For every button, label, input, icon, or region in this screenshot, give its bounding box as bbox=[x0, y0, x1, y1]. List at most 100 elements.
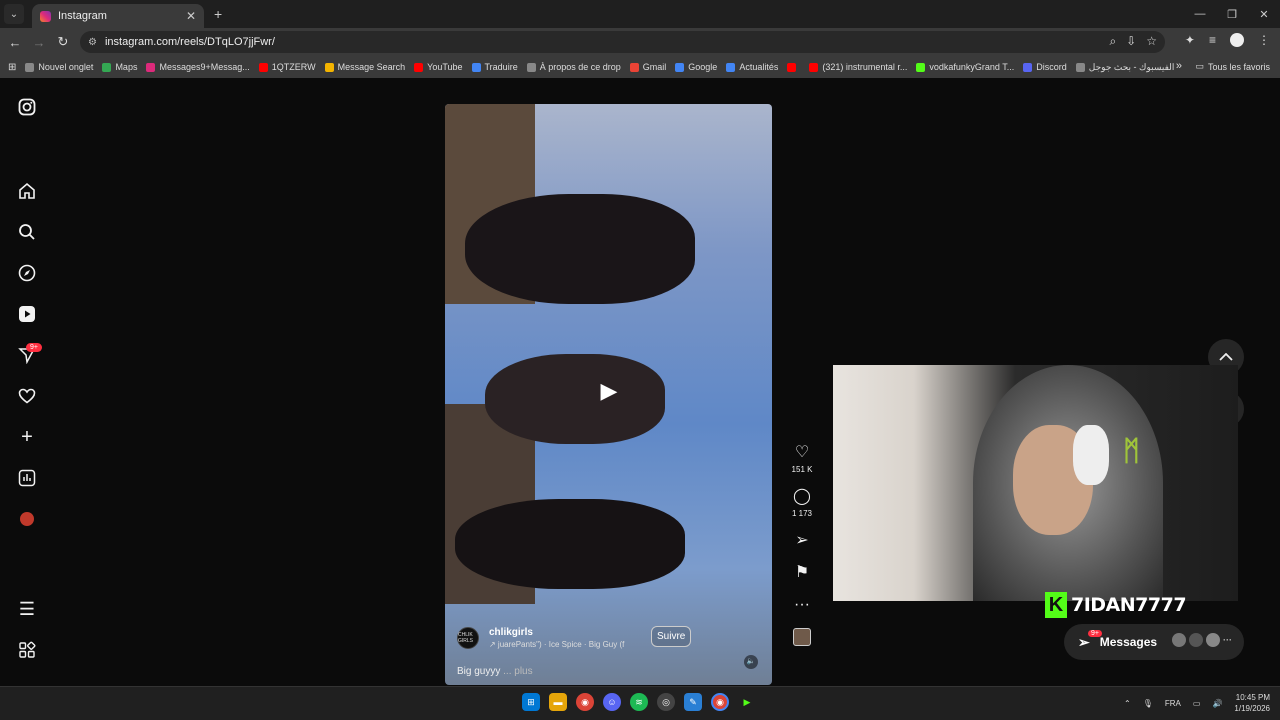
bookmark-star-icon[interactable]: ☆ bbox=[1146, 34, 1157, 49]
dashboard-icon[interactable] bbox=[16, 467, 38, 489]
minimize-button[interactable]: — bbox=[1184, 0, 1216, 28]
explore-icon[interactable] bbox=[16, 262, 38, 284]
language-indicator[interactable]: FRA bbox=[1165, 699, 1181, 708]
home-icon[interactable] bbox=[16, 180, 38, 202]
media-control-icon[interactable]: ≡ bbox=[1209, 33, 1216, 47]
bookmark-item[interactable]: Discord bbox=[1023, 62, 1067, 72]
bookmark-item[interactable]: Message Search bbox=[324, 62, 405, 72]
reels-icon[interactable] bbox=[16, 303, 38, 325]
bookmark-item[interactable]: Traduire bbox=[471, 62, 518, 72]
instagram-favicon-icon bbox=[40, 10, 51, 22]
chrome-icon[interactable]: ◉ bbox=[576, 693, 594, 711]
instagram-logo-icon[interactable] bbox=[16, 96, 38, 118]
profile-avatar[interactable] bbox=[1230, 33, 1244, 47]
menu-kebab-icon[interactable]: ⋮ bbox=[1258, 33, 1270, 47]
avatar bbox=[1172, 633, 1186, 647]
like-action[interactable]: ♡ 151 K bbox=[790, 444, 814, 474]
extensions-icon[interactable]: ✦ bbox=[1185, 33, 1195, 47]
also-from-meta-icon[interactable] bbox=[16, 639, 38, 661]
restore-button[interactable]: ❐ bbox=[1216, 0, 1248, 28]
chrome-active-icon[interactable]: ◉ bbox=[711, 693, 729, 711]
install-app-icon[interactable]: ⇩ bbox=[1126, 34, 1136, 49]
profile-avatar-icon[interactable] bbox=[16, 508, 38, 530]
bookmarks-overflow-icon[interactable]: » bbox=[1176, 60, 1182, 72]
messages-badge: 9+ bbox=[26, 343, 42, 352]
save-action[interactable]: ⚑ bbox=[790, 564, 814, 582]
bookmark-label: Discord bbox=[1036, 62, 1067, 72]
apps-grid-icon[interactable]: ⊞ bbox=[8, 62, 16, 73]
follow-button[interactable]: Suivre bbox=[651, 626, 692, 647]
tab-close-icon[interactable]: ✕ bbox=[186, 9, 196, 23]
bookmark-item[interactable]: À propos de ce drop bbox=[526, 62, 621, 72]
messages-pill[interactable]: ➢ 9+ Messages ··· bbox=[1064, 624, 1244, 660]
obs-icon[interactable]: ◎ bbox=[657, 693, 675, 711]
more-options[interactable]: ··· bbox=[790, 596, 814, 614]
reload-button[interactable]: ↻ bbox=[51, 34, 75, 50]
bookmark-item[interactable]: YouTube bbox=[414, 62, 463, 72]
more-dots-icon[interactable]: ··· bbox=[790, 596, 814, 614]
share-paper-plane-icon[interactable]: ➢ bbox=[790, 532, 814, 550]
bookmark-item[interactable] bbox=[787, 62, 800, 72]
bookmark-favicon-icon bbox=[675, 62, 685, 72]
create-plus-icon[interactable]: + bbox=[16, 426, 38, 448]
tab-search-button[interactable]: ⌄ bbox=[4, 4, 24, 24]
bookmark-item[interactable]: 1QTZERW bbox=[258, 62, 316, 72]
bookmark-item[interactable]: Gmail bbox=[629, 62, 666, 72]
zoom-icon[interactable]: ⌕ bbox=[1109, 34, 1116, 49]
reel-video[interactable]: ▶ CHLIK GIRLS chlikgirls ↗ juarePants") … bbox=[445, 104, 772, 685]
toolbar: ← → ↻ ⚙ instagram.com/reels/DTqLO7jjFwr/… bbox=[0, 28, 1280, 56]
bookmark-item[interactable]: Actualités bbox=[726, 62, 778, 72]
app-icon[interactable]: ✎ bbox=[684, 693, 702, 711]
discord-icon[interactable]: ☺ bbox=[603, 693, 621, 711]
url-text: instagram.com/reels/DTqLO7jjFwr/ bbox=[104, 36, 275, 48]
comment-action[interactable]: ◯ 1 173 bbox=[790, 488, 814, 518]
bookmark-item[interactable]: Maps bbox=[102, 62, 137, 72]
bookmark-item[interactable]: Google bbox=[675, 62, 717, 72]
like-heart-icon[interactable]: ♡ bbox=[790, 444, 814, 462]
share-action[interactable]: ➢ bbox=[790, 532, 814, 550]
mute-icon[interactable]: 🔈 bbox=[744, 655, 758, 669]
tray-overflow-icon[interactable]: ⌃ bbox=[1124, 699, 1131, 708]
clock[interactable]: 10:45 PM 1/19/2026 bbox=[1234, 692, 1270, 714]
windows-start-icon[interactable]: ⊞ bbox=[522, 693, 540, 711]
author-username[interactable]: chlikgirls bbox=[489, 627, 624, 638]
tab-instagram[interactable]: Instagram ✕ bbox=[32, 4, 204, 28]
bookmark-label: (321) instrumental r... bbox=[822, 62, 908, 72]
play-icon[interactable]: ▶ bbox=[595, 378, 623, 406]
messages-avatars: ··· bbox=[1172, 633, 1232, 647]
bookmark-label: YouTube bbox=[427, 62, 463, 72]
back-button[interactable]: ← bbox=[3, 35, 27, 50]
bookmark-label: Traduire bbox=[484, 62, 518, 72]
volume-icon[interactable]: 🔊 bbox=[1212, 699, 1222, 708]
kick-app-icon[interactable]: ▶ bbox=[738, 693, 756, 711]
all-bookmarks[interactable]: ▭ Tous les favoris bbox=[1195, 61, 1270, 72]
bookmark-label: À propos de ce drop bbox=[539, 62, 621, 72]
network-icon[interactable]: ▭ bbox=[1193, 699, 1201, 708]
new-tab-button[interactable]: + bbox=[214, 6, 222, 22]
microphone-icon[interactable]: 🎙 bbox=[1143, 699, 1153, 708]
more-menu-icon[interactable]: ☰ bbox=[16, 598, 38, 620]
forward-button[interactable]: → bbox=[27, 35, 51, 50]
bookmark-item[interactable]: الفيسبوك - بحث جوجل bbox=[1075, 62, 1174, 73]
audio-thumbnail[interactable] bbox=[793, 628, 811, 646]
caption-text: Big guyyy bbox=[457, 666, 501, 677]
audio-track[interactable]: ↗ juarePants") · Ice Spice · Big Guy (f bbox=[489, 640, 624, 649]
extensions-area: ✦ ≡ ⋮ bbox=[1185, 33, 1270, 47]
file-explorer-icon[interactable]: ▬ bbox=[549, 693, 567, 711]
notifications-heart-icon[interactable] bbox=[16, 385, 38, 407]
site-info-icon[interactable]: ⚙ bbox=[88, 37, 97, 48]
bookmark-item[interactable]: Messages9+Messag... bbox=[146, 62, 250, 72]
author-avatar[interactable]: CHLIK GIRLS bbox=[457, 627, 479, 649]
bookmark-item[interactable]: (321) instrumental r... bbox=[809, 62, 907, 72]
search-icon[interactable] bbox=[16, 221, 38, 243]
bookmark-item[interactable]: Nouvel onglet bbox=[25, 62, 93, 72]
address-bar[interactable]: ⚙ instagram.com/reels/DTqLO7jjFwr/ ⌕ ⇩ ☆ bbox=[80, 31, 1165, 53]
caption-more-link[interactable]: ... plus bbox=[503, 666, 532, 677]
bookmark-icon[interactable]: ⚑ bbox=[790, 564, 814, 582]
bookmark-favicon-icon bbox=[526, 62, 536, 72]
spotify-icon[interactable]: ≋ bbox=[630, 693, 648, 711]
comment-icon[interactable]: ◯ bbox=[790, 488, 814, 506]
close-window-button[interactable]: ✕ bbox=[1248, 0, 1280, 28]
all-bookmarks-label: Tous les favoris bbox=[1207, 61, 1270, 72]
bookmark-item[interactable]: vodkafunkyGrand T... bbox=[916, 62, 1014, 72]
